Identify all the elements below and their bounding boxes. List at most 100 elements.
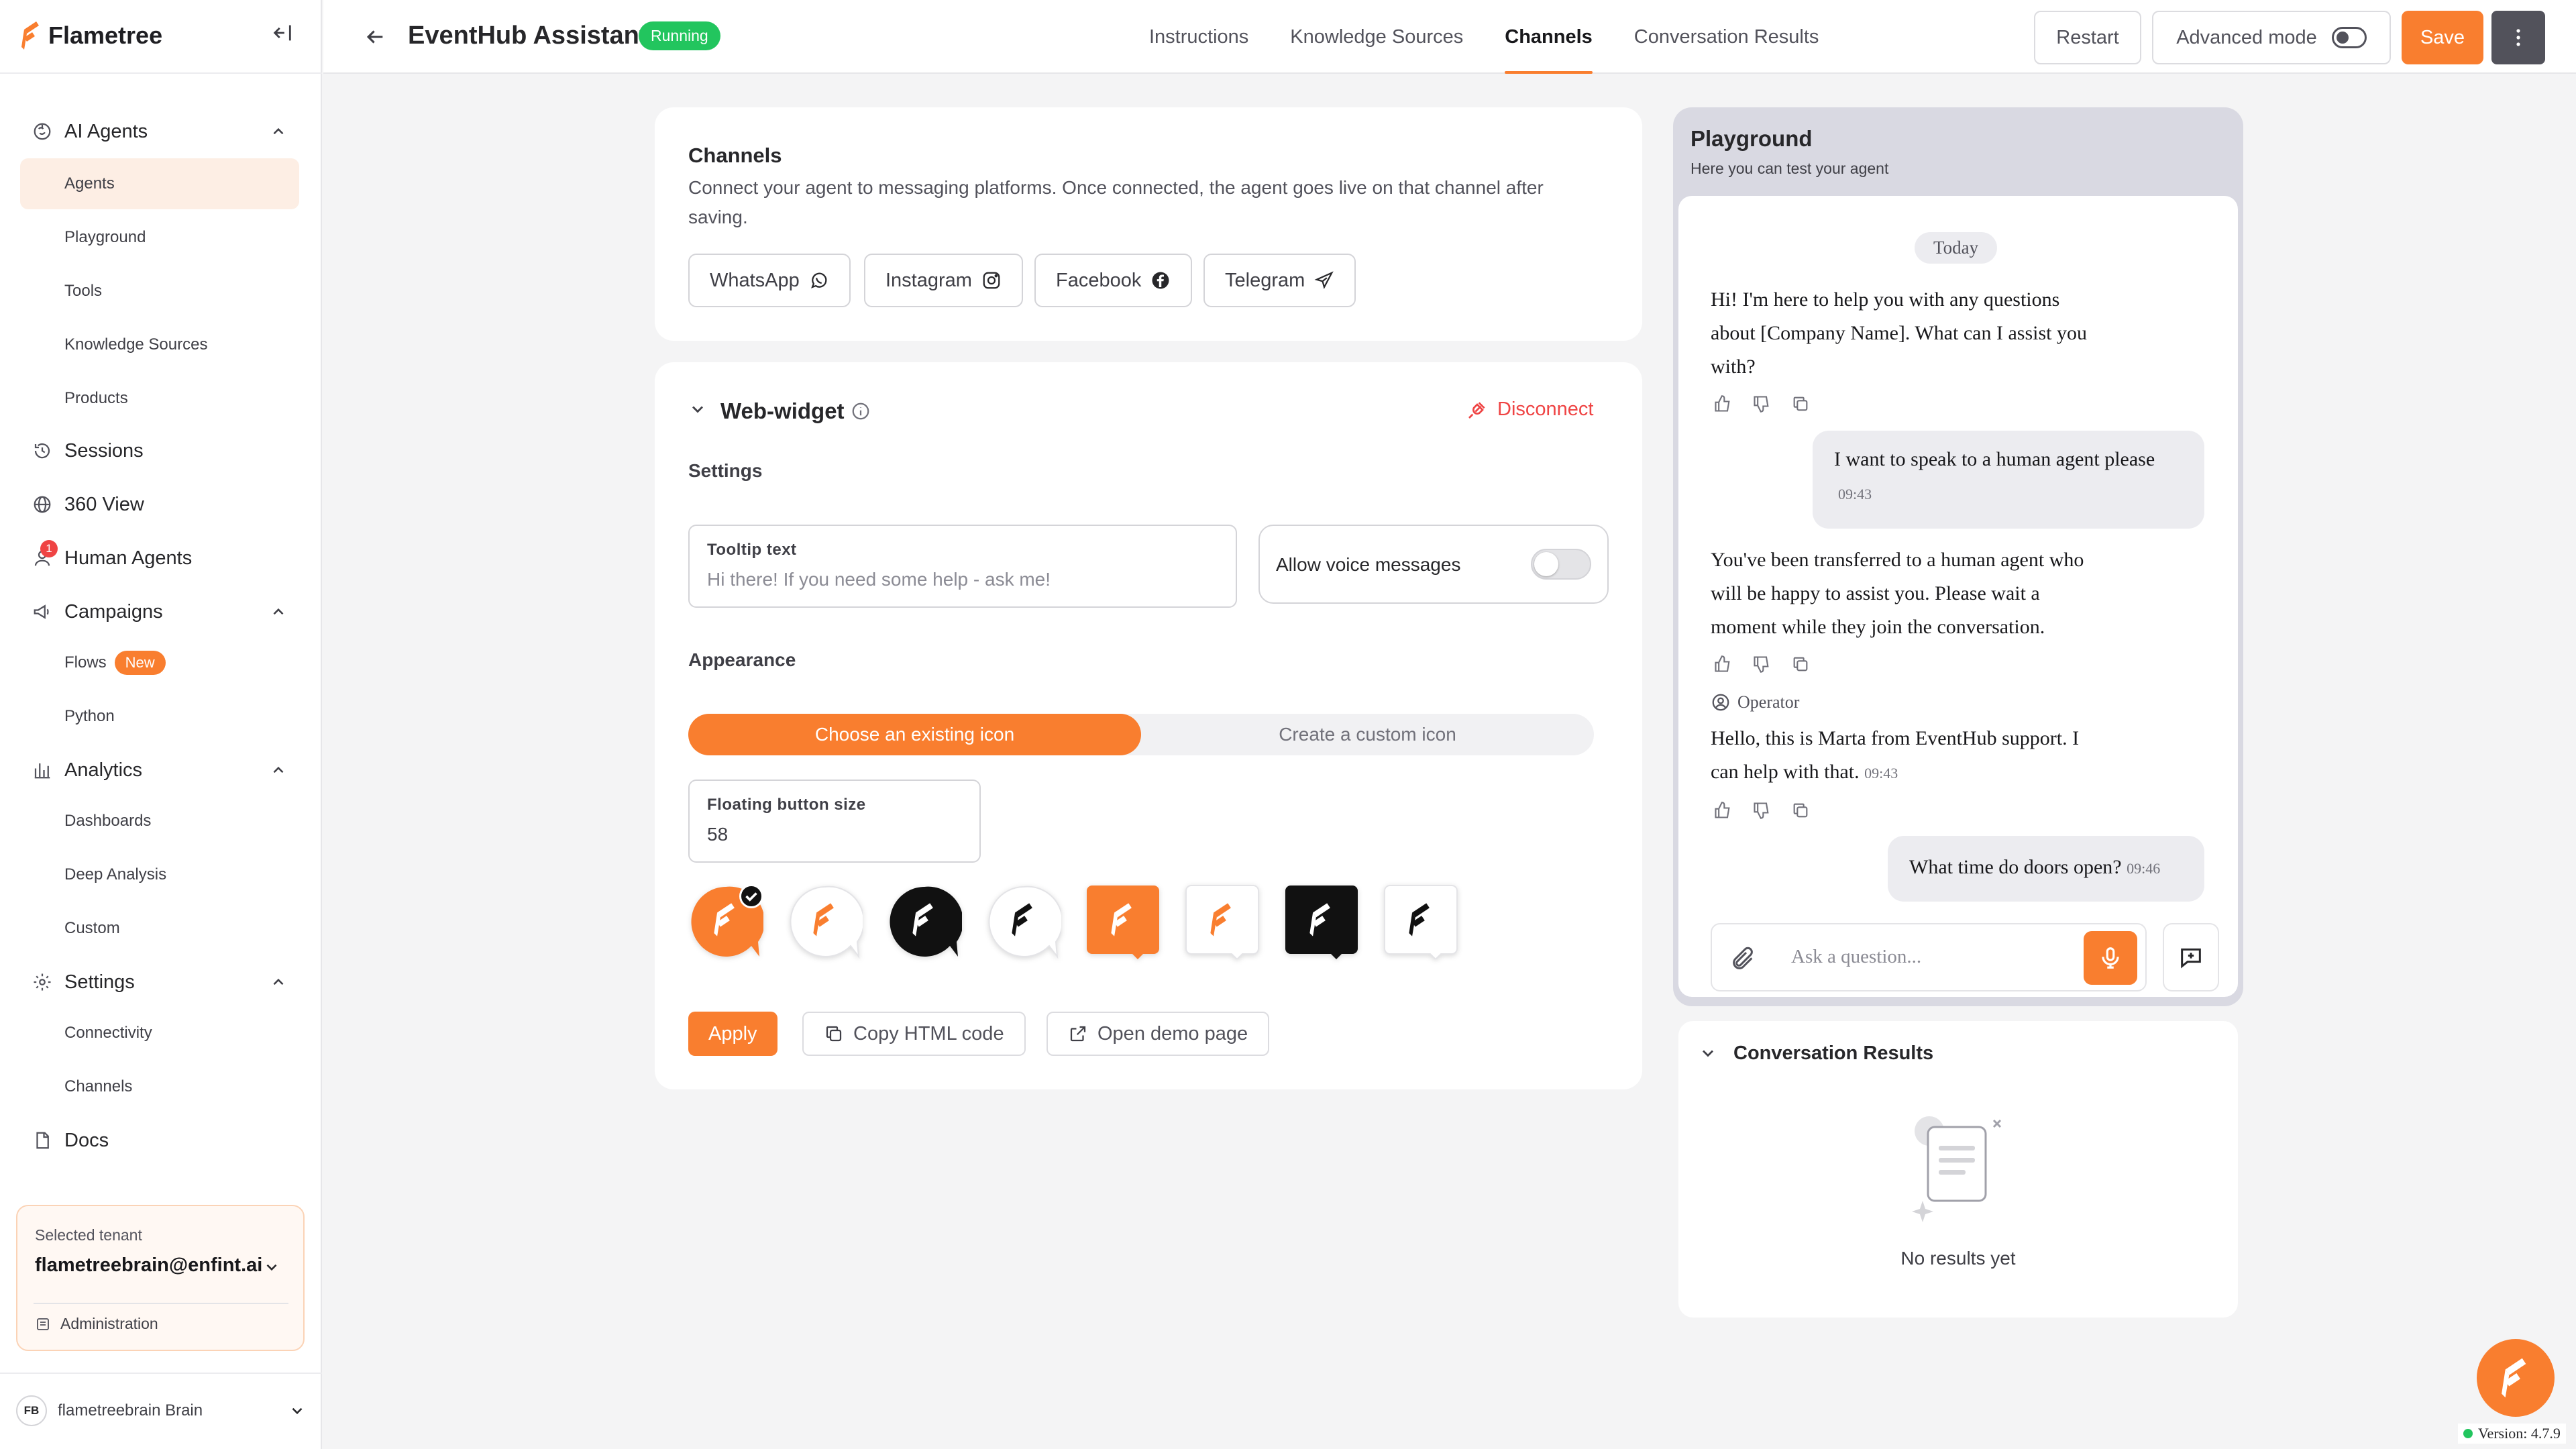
choose-existing-icon-option[interactable]: Choose an existing icon	[688, 714, 1141, 755]
microphone-button[interactable]	[2084, 931, 2137, 985]
sidebar-item-knowledge-sources[interactable]: Knowledge Sources	[20, 319, 299, 370]
facebook-button[interactable]: Facebook	[1034, 254, 1193, 307]
thumbs-up-icon[interactable]	[1713, 394, 1732, 413]
instagram-button[interactable]: Instagram	[864, 254, 1023, 307]
user-message: What time do doors open? 09:46	[1888, 836, 2204, 902]
toggle-switch[interactable]	[2331, 27, 2367, 48]
tooltip-input[interactable]: Hi there! If you need some help - ask me…	[707, 569, 1051, 590]
sidebar-item-custom[interactable]: Custom	[20, 903, 299, 954]
page-title: EventHub Assistant	[408, 21, 648, 50]
voice-messages-switch[interactable]	[1531, 549, 1591, 580]
nav-section-sessions[interactable]: Sessions	[20, 429, 299, 472]
chat-widget-button[interactable]	[2477, 1339, 2555, 1417]
icon-option-3[interactable]	[887, 884, 962, 959]
sidebar-item-agents[interactable]: Agents	[20, 158, 299, 209]
chevron-down-icon[interactable]	[688, 400, 707, 419]
sidebar-item-products[interactable]: Products	[20, 373, 299, 424]
chevron-down-icon[interactable]	[288, 1402, 306, 1419]
nav-section-360-view[interactable]: 360 View	[20, 483, 299, 526]
more-options-button[interactable]	[2491, 11, 2545, 64]
chat-input[interactable]: Ask a question...	[1791, 946, 1921, 968]
advanced-mode-toggle[interactable]: Advanced mode	[2152, 11, 2391, 64]
administration-link[interactable]: Administration	[35, 1315, 158, 1333]
sidebar-item-channels[interactable]: Channels	[20, 1061, 299, 1112]
view-360-icon	[32, 494, 52, 515]
tab-knowledge-sources[interactable]: Knowledge Sources	[1269, 0, 1484, 74]
history-icon	[32, 441, 52, 461]
flametree-logo-icon	[1110, 902, 1136, 938]
instagram-icon	[981, 270, 1002, 290]
flametree-logo-icon	[812, 902, 839, 938]
chevron-up-icon[interactable]	[270, 973, 287, 991]
save-button[interactable]: Save	[2402, 11, 2483, 64]
nav-section-campaigns[interactable]: Campaigns	[20, 590, 299, 633]
thumbs-up-icon[interactable]	[1713, 801, 1732, 820]
paperclip-icon[interactable]	[1729, 946, 1756, 973]
icon-option-5[interactable]	[1085, 884, 1161, 959]
open-demo-button[interactable]: Open demo page	[1046, 1012, 1270, 1056]
chevron-down-icon[interactable]	[263, 1258, 280, 1276]
whatsapp-button[interactable]: WhatsApp	[688, 254, 851, 307]
top-header: EventHub Assistant Running Instructions …	[323, 0, 2576, 74]
disconnect-button[interactable]: Disconnect	[1466, 398, 1593, 421]
sidebar-item-playground[interactable]: Playground	[20, 212, 299, 263]
playground-panel: Playground Here you can test your agent …	[1673, 107, 2243, 1006]
thumbs-down-icon[interactable]	[1752, 801, 1771, 820]
nav-section-human-agents[interactable]: 1 Human Agents	[20, 537, 299, 580]
conversation-results-panel: Conversation Results No results yet	[1678, 1021, 2238, 1318]
checkmark-icon	[739, 884, 763, 908]
copy-icon[interactable]	[1791, 655, 1810, 674]
thumbs-up-icon[interactable]	[1713, 655, 1732, 674]
icon-option-7[interactable]	[1284, 884, 1359, 959]
copy-icon[interactable]	[1791, 801, 1810, 820]
chevron-down-icon[interactable]	[1699, 1044, 1717, 1063]
playground-title: Playground	[1690, 126, 1813, 151]
sidebar-item-python[interactable]: Python	[20, 691, 299, 742]
thumbs-down-icon[interactable]	[1752, 394, 1771, 413]
nav-section-ai-agents[interactable]: AI Agents	[20, 110, 299, 153]
chevron-up-icon[interactable]	[270, 123, 287, 140]
new-chat-button[interactable]	[2163, 923, 2219, 991]
sidebar-item-flows[interactable]: Flows New	[20, 637, 299, 688]
flametree-logo-icon	[1209, 902, 1236, 938]
tab-instructions[interactable]: Instructions	[1128, 0, 1269, 74]
icon-option-4[interactable]	[986, 884, 1061, 959]
operator-label: Operator	[1711, 692, 1799, 712]
brand[interactable]: Flametree	[20, 20, 162, 51]
info-icon[interactable]	[851, 401, 871, 421]
floating-button-size-field[interactable]: Floating button size 58	[688, 780, 981, 863]
flametree-logo-icon	[1010, 902, 1037, 938]
icon-option-2[interactable]	[788, 884, 863, 959]
nav-section-settings[interactable]: Settings	[20, 961, 299, 1004]
telegram-button[interactable]: Telegram	[1203, 254, 1356, 307]
icon-option-8[interactable]	[1383, 884, 1458, 959]
sidebar-item-tools[interactable]: Tools	[20, 266, 299, 317]
icon-option-1[interactable]	[688, 884, 763, 959]
copy-icon[interactable]	[1791, 394, 1810, 413]
icon-option-6[interactable]	[1185, 884, 1260, 959]
apply-button[interactable]: Apply	[688, 1012, 777, 1056]
thumbs-down-icon[interactable]	[1752, 655, 1771, 674]
sidebar-item-dashboards[interactable]: Dashboards	[20, 796, 299, 847]
size-input[interactable]: 58	[707, 824, 728, 845]
back-arrow-icon[interactable]	[364, 25, 386, 48]
restart-button[interactable]: Restart	[2034, 11, 2141, 64]
sidebar-item-deep-analysis[interactable]: Deep Analysis	[20, 849, 299, 900]
gear-icon	[32, 972, 52, 992]
create-custom-icon-option[interactable]: Create a custom icon	[1141, 714, 1594, 755]
user-menu[interactable]: FB flametreebrain Brain	[16, 1395, 306, 1426]
sidebar-item-connectivity[interactable]: Connectivity	[20, 1008, 299, 1059]
copy-html-button[interactable]: Copy HTML code	[802, 1012, 1026, 1056]
sidebar-divider	[0, 72, 322, 74]
chevron-up-icon[interactable]	[270, 603, 287, 621]
tab-channels[interactable]: Channels	[1484, 0, 1613, 74]
chevron-up-icon[interactable]	[270, 761, 287, 779]
nav-section-docs[interactable]: Docs	[20, 1119, 299, 1162]
tab-conversation-results[interactable]: Conversation Results	[1613, 0, 1840, 74]
collapse-sidebar-icon[interactable]	[271, 21, 294, 44]
playground-subtitle: Here you can test your agent	[1690, 160, 1889, 177]
tooltip-text-field[interactable]: Tooltip text Hi there! If you need some …	[688, 525, 1237, 608]
user-message: I want to speak to a human agent please …	[1813, 431, 2204, 529]
tenant-selector[interactable]: Selected tenant flametreebrain@enfint.ai…	[16, 1205, 305, 1351]
nav-section-analytics[interactable]: Analytics	[20, 749, 299, 792]
